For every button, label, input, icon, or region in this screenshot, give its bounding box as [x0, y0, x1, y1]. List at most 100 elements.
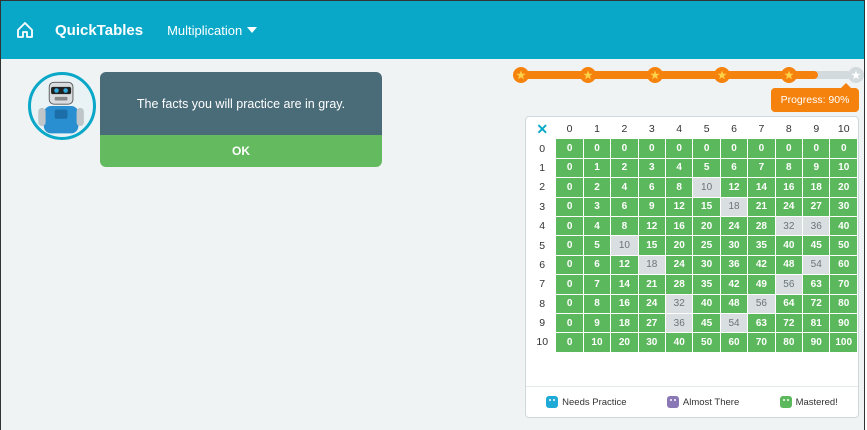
operation-dropdown[interactable]: Multiplication: [167, 22, 258, 38]
mastered-cell: 0: [830, 139, 857, 158]
mastered-cell: 9: [583, 313, 611, 333]
mastered-cell: 0: [556, 158, 583, 178]
table-row: 7 0 7 14 21 28 35 42 49 56 63 70: [529, 275, 857, 294]
mastered-cell: 4: [583, 216, 611, 236]
mastered-cell: 0: [556, 236, 583, 255]
instruction-dialog: The facts you will practice are in gray.…: [100, 72, 382, 167]
mastered-cell: 80: [775, 333, 803, 352]
mastered-cell: 4: [666, 158, 693, 178]
table-row: 4 0 4 8 12 16 20 24 28 32 36 40: [529, 216, 857, 236]
practice-cell: 18: [720, 197, 748, 216]
column-header: 10: [830, 120, 857, 139]
instruction-text: The facts you will practice are in gray.: [100, 72, 382, 135]
mastered-cell: 45: [803, 236, 830, 255]
mastered-cell: 15: [638, 236, 665, 255]
mastered-cell: 60: [720, 333, 748, 352]
legend-needs-practice: Needs Practice: [546, 396, 627, 408]
mastered-cell: 35: [693, 275, 720, 294]
row-header: 1: [529, 158, 556, 178]
legend-needs-practice-label: Needs Practice: [562, 396, 627, 408]
mastered-cell: 18: [803, 178, 830, 197]
mastered-cell: 10: [830, 158, 857, 178]
mastered-cell: 36: [720, 255, 748, 275]
mastered-cell: 70: [748, 333, 775, 352]
mastered-cell: 5: [693, 158, 720, 178]
mastered-cell: 50: [693, 333, 720, 352]
legend-almost-there: Almost There: [666, 396, 739, 408]
operation-dropdown-label: Multiplication: [167, 22, 243, 38]
mastered-cell: 60: [830, 255, 857, 275]
row-header: 0: [529, 139, 556, 158]
mastered-cell: 8: [611, 216, 638, 236]
brand-title[interactable]: QuickTables: [55, 22, 143, 39]
mastered-cell: 72: [775, 313, 803, 333]
row-header: 2: [529, 178, 556, 197]
table-row: 6 0 6 12 18 24 30 36 42 48 54 60: [529, 255, 857, 275]
column-header: 3: [638, 120, 665, 139]
mastered-cell: 20: [693, 216, 720, 236]
mastered-cell: 72: [803, 294, 830, 313]
mastered-cell: 0: [556, 178, 583, 197]
mastered-cell: 24: [638, 294, 665, 313]
mastered-cell: 3: [583, 197, 611, 216]
mastered-cell: 63: [803, 275, 830, 294]
mastered-cell: 16: [611, 294, 638, 313]
mastered-icon: [779, 396, 792, 408]
mastered-cell: 6: [720, 158, 748, 178]
mastered-cell: 5: [583, 236, 611, 255]
mastered-cell: 27: [803, 197, 830, 216]
mastered-cell: 45: [693, 313, 720, 333]
mastered-cell: 50: [830, 236, 857, 255]
practice-cell: 10: [693, 178, 720, 197]
mastered-cell: 10: [583, 333, 611, 352]
mastered-cell: 0: [611, 139, 638, 158]
mastered-cell: 1: [583, 158, 611, 178]
progress-star-icon: [513, 67, 529, 83]
mastered-cell: 49: [748, 275, 775, 294]
column-header: 7: [748, 120, 775, 139]
multiplication-table: ✕ 0 1 2 3 4 5 6 7 8 9 10 0 0 0 0 0 0 0 0 0 0 0 0 1 0 1 2 3 4 5 6 7 8 9 10 2 0…: [528, 119, 858, 353]
column-header: 5: [693, 120, 720, 139]
row-header: 9: [529, 313, 556, 333]
table-row: 1 0 1 2 3 4 5 6 7 8 9 10: [529, 158, 857, 178]
mastered-cell: 20: [666, 236, 693, 255]
practice-cell: 36: [803, 216, 830, 236]
robot-icon: [38, 81, 84, 134]
practice-cell: 54: [803, 255, 830, 275]
row-header: 5: [529, 236, 556, 255]
practice-cell: 56: [748, 294, 775, 313]
mastered-cell: 6: [611, 197, 638, 216]
mastered-cell: 40: [666, 333, 693, 352]
practice-cell: 18: [638, 255, 665, 275]
mastered-cell: 40: [693, 294, 720, 313]
mastered-cell: 0: [803, 139, 830, 158]
mastered-cell: 0: [666, 139, 693, 158]
legend-mastered-label: Mastered!: [795, 396, 838, 408]
mastered-cell: 0: [556, 255, 583, 275]
mastered-cell: 14: [748, 178, 775, 197]
column-header: 1: [583, 120, 611, 139]
progress-star-icon: [714, 67, 730, 83]
mastered-cell: 40: [775, 236, 803, 255]
mastered-cell: 24: [775, 197, 803, 216]
home-icon[interactable]: [15, 20, 35, 40]
column-header: 9: [803, 120, 830, 139]
mastered-cell: 12: [666, 197, 693, 216]
ok-button[interactable]: OK: [100, 135, 382, 167]
mastered-cell: 9: [638, 197, 665, 216]
robot-avatar: [28, 72, 96, 140]
column-header: 0: [556, 120, 583, 139]
mastered-cell: 90: [803, 333, 830, 352]
mastered-cell: 6: [638, 178, 665, 197]
multiplication-table-card: ✕ 0 1 2 3 4 5 6 7 8 9 10 0 0 0 0 0 0 0 0 0 0 0 0 1 0 1 2 3 4 5 6 7 8 9 10 2 0…: [525, 116, 859, 418]
progress-star-icon: [580, 67, 596, 83]
mastered-cell: 70: [830, 275, 857, 294]
almost-there-icon: [666, 396, 679, 408]
mastered-cell: 35: [748, 236, 775, 255]
progress-badge: Progress: 90%: [771, 83, 859, 112]
mastered-cell: 0: [720, 139, 748, 158]
mastered-cell: 0: [748, 139, 775, 158]
mastered-cell: 21: [638, 275, 665, 294]
practice-cell: 36: [666, 313, 693, 333]
mastered-cell: 2: [611, 158, 638, 178]
